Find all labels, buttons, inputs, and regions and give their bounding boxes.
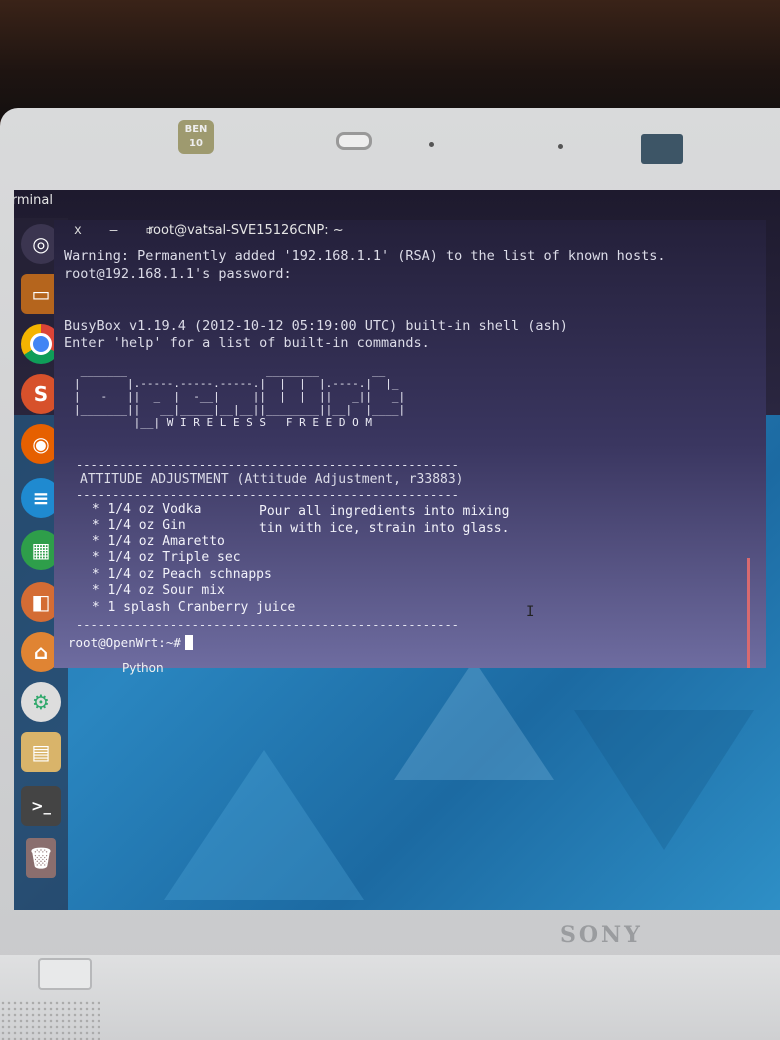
wallpaper-shape	[394, 660, 554, 780]
background-room	[0, 0, 780, 120]
brand-logo: SONY	[560, 922, 643, 948]
recipe-item: * 1 splash Cranberry juice	[84, 600, 296, 615]
panel-app-title: Terminal	[14, 193, 53, 208]
prompt-text: root@OpenWrt:~#	[68, 635, 181, 650]
instruction-line: Pour all ingredients into mixing	[259, 504, 510, 519]
terminal-scrollbar[interactable]	[747, 558, 750, 668]
wallpaper-shape	[164, 750, 364, 900]
hinge	[38, 958, 92, 990]
trash-icon[interactable]: 🗑	[26, 838, 56, 878]
recipe-item: * 1/4 oz Vodka	[84, 502, 202, 517]
sticker-logo: BEN 10	[178, 120, 214, 154]
terminal-line: BusyBox v1.19.4 (2012-10-12 05:19:00 UTC…	[64, 318, 568, 334]
launcher-tooltip: Python	[122, 661, 164, 675]
instruction-line: tin with ice, strain into glass.	[259, 521, 510, 536]
window-title: root@vatsal-SVE15126CNP: ~	[148, 223, 344, 238]
terminal-line: Warning: Permanently added '192.168.1.1'…	[64, 248, 666, 264]
terminal-icon[interactable]: >_	[21, 786, 61, 826]
openwrt-ascii-logo: _______ ________ __ | |.-----.-----.----…	[74, 364, 406, 429]
settings-icon[interactable]: ⚙	[21, 682, 61, 722]
terminal-titlebar[interactable]: x – ▫ root@vatsal-SVE15126CNP: ~	[54, 220, 766, 242]
screen: Terminal ◎ ▭ S ◉ ≡ ▦ ◧ ⌂ ⚙ ▤ >_ 🗑 x – ▫ …	[14, 190, 780, 910]
laptop-base	[0, 955, 780, 1040]
text-cursor	[184, 635, 193, 650]
terminal-line: Enter 'help' for a list of built-in comm…	[64, 335, 430, 351]
separator: ----------------------------------------…	[76, 488, 459, 502]
terminal-window[interactable]: x – ▫ root@vatsal-SVE15126CNP: ~ Warning…	[54, 220, 766, 668]
webcam	[336, 132, 372, 150]
recipe-item: * 1/4 oz Amaretto	[84, 534, 225, 549]
separator: ----------------------------------------…	[76, 458, 459, 472]
sensor-dot	[558, 144, 563, 149]
terminal-line: root@192.168.1.1's password:	[64, 266, 292, 282]
recipe-item: * 1/4 oz Triple sec	[84, 550, 241, 565]
notes-icon[interactable]: ▤	[21, 732, 61, 772]
recipe-item: * 1/4 oz Sour mix	[84, 583, 225, 598]
shell-prompt[interactable]: root@OpenWrt:~#	[68, 635, 193, 650]
release-line: ATTITUDE ADJUSTMENT (Attitude Adjustment…	[80, 472, 464, 487]
sensor-dot	[429, 142, 434, 147]
recipe-item: * 1/4 oz Peach schnapps	[84, 567, 272, 582]
wallpaper-shape	[574, 710, 754, 850]
speaker-grille	[0, 1000, 100, 1040]
mouse-ibeam-icon: I	[526, 604, 535, 620]
sensor-window	[641, 134, 683, 164]
recipe-item: * 1/4 oz Gin	[84, 518, 186, 533]
separator: ----------------------------------------…	[76, 618, 459, 632]
